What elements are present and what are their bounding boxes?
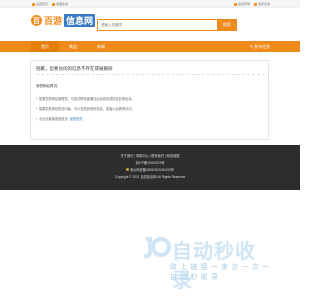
police-record[interactable]: 浙公网安备33052902000193号 bbox=[0, 167, 300, 172]
set-home-link[interactable]: 设置首页 bbox=[32, 2, 48, 6]
search-button[interactable]: 搜索 bbox=[217, 19, 237, 31]
site-logo[interactable]: 百 百游 信息网 bbox=[31, 14, 96, 27]
notice-subtitle: 请您稍后再试： bbox=[36, 84, 61, 88]
watermark-subtitle: 致 上 链 接 一 来 访 一 次 一 自 动 秒 收 录 bbox=[170, 263, 270, 281]
search-input[interactable] bbox=[97, 19, 217, 31]
nav-item-home[interactable]: 首页 bbox=[31, 41, 59, 52]
bullet-icon bbox=[36, 98, 37, 99]
site-footer: 关于我们 | 帮助中心 | 联系我们 | 网站地图 浙ICP备19032975号… bbox=[0, 145, 300, 190]
copyright: Copyright © 2021 百游信息网 All Rights Reserv… bbox=[114, 175, 186, 179]
back-home-link[interactable]: 返回首页 bbox=[70, 116, 83, 121]
notice-title: 抱歉，您要访问的信息不存在或被删除 bbox=[36, 66, 113, 71]
edit-icon: ✎ bbox=[249, 44, 253, 49]
bookmark-link[interactable]: 收藏此站 bbox=[52, 2, 68, 6]
divider bbox=[36, 74, 265, 75]
main-nav: 首页 商品 新闻 ✎ 发布信息 bbox=[0, 41, 300, 52]
register-icon bbox=[253, 2, 257, 6]
notice-line: 如果您是网站管理员，可尝试联系客服在后台修改或恢复此条信息。 bbox=[36, 96, 135, 101]
home-icon bbox=[32, 2, 35, 6]
register-link[interactable]: 免费注册 bbox=[253, 2, 270, 6]
bullet-icon bbox=[36, 108, 37, 109]
logo-text: 百游 bbox=[44, 17, 63, 27]
post-info-button[interactable]: ✎ 发布信息 bbox=[250, 43, 270, 50]
nav-item-products[interactable]: 商品 bbox=[59, 41, 87, 52]
watermark-logo-icon bbox=[144, 237, 171, 258]
bookmark-icon bbox=[52, 2, 56, 6]
top-bar: 设置首页 收藏此站 会员登录 免费注册 bbox=[0, 0, 300, 8]
user-icon bbox=[233, 2, 237, 6]
footer-links[interactable]: 关于我们 | 帮助中心 | 联系我们 | 网站地图 bbox=[0, 153, 300, 158]
police-badge-icon bbox=[126, 168, 130, 171]
bullet-icon bbox=[36, 118, 37, 119]
watermark: 自动秒收录 致 上 链 接 一 来 访 一 次 一 自 动 秒 收 录 bbox=[142, 233, 274, 292]
logo-text-highlight: 信息网 bbox=[64, 14, 96, 27]
error-notice: 抱歉，您要访问的信息不存在或被删除 请您稍后再试： 如果您是网站管理员，可尝试联… bbox=[30, 60, 269, 140]
notice-line: 点击此链接返回首页 返回首页 bbox=[36, 116, 82, 121]
logo-mark: 百 bbox=[31, 15, 42, 26]
search-bar: 搜索 bbox=[97, 19, 237, 31]
notice-line: 如果您是网站的访问者，可以查看其他的信息，或者以后再来访问。 bbox=[36, 106, 135, 111]
login-link[interactable]: 会员登录 bbox=[233, 2, 250, 6]
icp-number[interactable]: 浙ICP备19032975号 bbox=[0, 160, 300, 165]
nav-item-news[interactable]: 新闻 bbox=[87, 41, 115, 52]
